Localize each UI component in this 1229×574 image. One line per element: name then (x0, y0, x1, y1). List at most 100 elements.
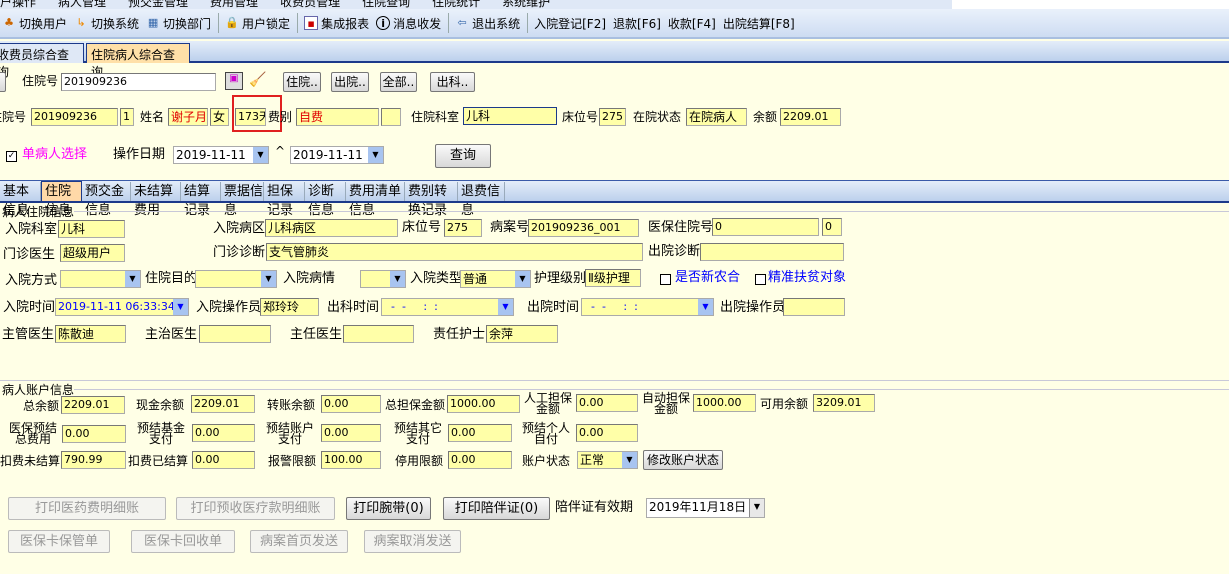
chevron-down-icon[interactable]: ▼ (515, 271, 530, 287)
label: 入院登记[F2] (534, 16, 607, 31)
tab-guarantee[interactable]: 担保记录 (264, 182, 305, 218)
pre-total-field: 0.00 (62, 425, 126, 443)
tab-inpatient[interactable]: 住院信息 (41, 181, 82, 218)
print-wristband-button[interactable]: 打印腕带(0) (346, 497, 431, 520)
date-to-picker[interactable]: 2019-11-11 ▼ (290, 146, 384, 164)
poverty-checkbox[interactable] (755, 274, 766, 285)
switch-user-button[interactable]: ♣ 切换用户 (2, 15, 67, 32)
tab-basic[interactable]: 基本信息 (0, 182, 41, 218)
pre-account-field: 0.00 (321, 424, 381, 442)
admission-times-field: 1 (120, 108, 134, 126)
menu-system[interactable]: 系统维护 (502, 0, 550, 9)
admit-button[interactable]: 入院登记[F2] (534, 15, 606, 32)
reports-button[interactable]: ▪ 集成报表 (304, 15, 369, 32)
balance-field: 2209.01 (780, 108, 841, 126)
modify-account-state-button[interactable]: 修改账户状态 (643, 450, 723, 470)
escort-valid-label: 陪伴证有效期 (555, 500, 634, 515)
admit-time-value: 2019-11-11 06:33:34 (58, 300, 175, 313)
chevron-down-icon[interactable]: ▼ (125, 271, 140, 287)
case-send-button[interactable]: 病案首页发送 (250, 530, 348, 553)
query-button[interactable]: 查询 (435, 144, 491, 168)
menu-deposit[interactable]: 预交金管理 (128, 0, 188, 9)
dept-field: 儿科 (463, 107, 557, 125)
tab-refund[interactable]: 退费信息 (458, 182, 505, 218)
chief-doctor-field (343, 325, 414, 343)
tab-fee-list[interactable]: 费用清单信息 (346, 182, 405, 218)
pre-self-label: 预结个人 自付 (521, 422, 571, 445)
case-no-label: 病案号 (490, 220, 530, 235)
nrcms-checkbox[interactable] (660, 274, 671, 285)
tab-settlement[interactable]: 结算记录 (181, 182, 221, 218)
tab-diagnosis[interactable]: 诊断信息 (305, 182, 346, 218)
menu-query[interactable]: 住院查询 (362, 0, 410, 9)
chevron-down-icon[interactable]: ▼ (368, 147, 383, 163)
print-escort-button[interactable]: 打印陪伴证(0) (443, 497, 550, 520)
card-return-button[interactable]: 医保卡回收单 (131, 530, 235, 553)
chevron-down-icon[interactable]: ▼ (261, 271, 276, 287)
chevron-down-icon[interactable]: ▼ (622, 452, 637, 468)
discharge-time-picker[interactable]: - - : : ▼ (581, 298, 714, 316)
date-from-picker[interactable]: 2019-11-11 ▼ (173, 146, 269, 164)
chevron-down-icon[interactable]: ▼ (698, 299, 713, 315)
admit-type-select[interactable]: 普通 ▼ (460, 270, 531, 288)
label: 收款[F4] (667, 16, 716, 31)
lock-user-button[interactable]: 🔒 用户锁定 (225, 15, 290, 32)
tab-receipts[interactable]: 票据信息 (221, 182, 264, 218)
discharge-button[interactable]: 出院结算[F8] (723, 15, 795, 32)
fee-type-label: 费别 (268, 110, 293, 124)
messages-button[interactable]: i 消息收发 (376, 15, 441, 32)
case-no-field: 201909236_001 (528, 219, 639, 237)
doc-tab-cashier-query[interactable]: 收费员综合查询 (0, 43, 84, 79)
transfer-balance-field: 0.00 (321, 395, 381, 413)
name-field: 谢子月 (168, 108, 208, 126)
collect-button[interactable]: 收款[F4] (668, 15, 716, 32)
chevron-down-icon[interactable]: ▼ (498, 299, 513, 315)
admit-time-picker[interactable]: 2019-11-11 06:33:34 ▼ (55, 298, 189, 316)
card-reader-icon[interactable]: ▣ (225, 72, 243, 90)
menu-fee[interactable]: 费用管理 (210, 0, 258, 9)
admit-mode-select[interactable]: ▼ (60, 270, 141, 288)
tab-fee-type-change[interactable]: 费别转换记录 (405, 182, 458, 218)
escort-valid-picker[interactable]: 2019年11月18日 ▼ (646, 498, 765, 518)
switch-system-button[interactable]: ↳ 切换系统 (74, 15, 139, 32)
alarm-limit-label: 报警限额 (268, 454, 317, 468)
chevron-down-icon[interactable]: ▼ (253, 147, 268, 163)
discharged-button[interactable]: 出院.. (331, 72, 369, 92)
menu-cashier[interactable]: 收费员管理 (280, 0, 340, 9)
purpose-select[interactable]: ▼ (195, 270, 277, 288)
print-prepay-detail-button[interactable]: 打印预收医疗款明细账 (176, 497, 335, 520)
case-cancel-button[interactable]: 病案取消发送 (364, 530, 461, 553)
discharge-operator-field (783, 298, 845, 316)
print-med-detail-button[interactable]: 打印医药费明细账 (8, 497, 166, 520)
menu-stats[interactable]: 住院统计 (432, 0, 480, 9)
all-button[interactable]: 全部.. (380, 72, 417, 92)
exit-button[interactable]: ⇦ 退出系统 (455, 15, 520, 32)
dept-out-button[interactable]: 出科.. (430, 72, 475, 92)
settled-field: 0.00 (192, 451, 255, 469)
condition-select[interactable]: ▼ (360, 270, 406, 288)
refund-button[interactable]: 退款[F6] (613, 15, 661, 32)
chevron-down-icon[interactable]: ▼ (749, 499, 764, 517)
label: 切换系统 (91, 16, 140, 31)
label: 切换部门 (163, 16, 212, 31)
menu-patient[interactable]: 病人管理 (58, 0, 106, 9)
dept-out-time-picker[interactable]: - - : : ▼ (381, 298, 514, 316)
account-state-select[interactable]: 正常 ▼ (577, 451, 638, 469)
in-hospital-button[interactable]: 住院.. (283, 72, 321, 92)
single-patient-checkbox[interactable]: ✓ (6, 151, 17, 162)
dept-label: 住院科室 (411, 110, 460, 124)
users-icon: ♣ (4, 16, 14, 29)
card-keep-button[interactable]: 医保卡保管单 (8, 530, 110, 553)
chevron-down-icon[interactable]: ▼ (173, 299, 188, 315)
tab-unsettled[interactable]: 未结算费用 (131, 182, 181, 218)
care-level-label: 护理级别 (534, 271, 587, 286)
menu-user[interactable]: 户操作 (0, 0, 36, 9)
broom-clear-icon[interactable]: 🧹 (249, 72, 267, 90)
search-input[interactable]: 201909236 (61, 73, 216, 91)
attending-doctor-label: 主管医生 (2, 327, 55, 342)
nav-button[interactable] (0, 72, 6, 92)
chevron-down-icon[interactable]: ▼ (390, 271, 405, 287)
switch-dept-button[interactable]: ▦ 切换部门 (146, 15, 211, 32)
doc-tab-inpatient-query[interactable]: 住院病人综合查询 (86, 43, 190, 79)
tab-deposit[interactable]: 预交金信息 (82, 182, 131, 218)
